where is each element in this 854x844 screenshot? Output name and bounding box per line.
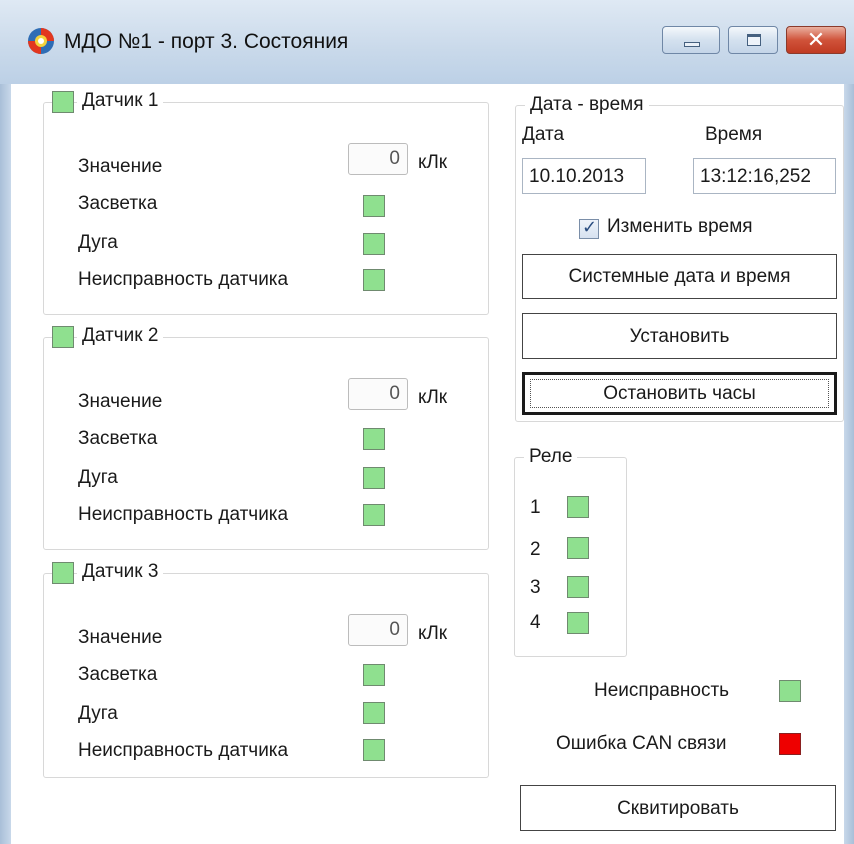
can-error-indicator — [779, 733, 801, 755]
window-title: МДО №1 - порт 3. Состояния — [64, 30, 349, 53]
sensor-2-illumination-indicator — [363, 428, 385, 450]
relay-3-label: 3 — [530, 577, 541, 598]
sensor-3-unit: кЛк — [418, 623, 448, 644]
close-icon: ✕ — [806, 27, 826, 52]
change-time-label[interactable]: Изменить время — [607, 216, 753, 238]
sensor-2-status-indicator — [52, 326, 74, 348]
relay-1-label: 1 — [530, 497, 541, 518]
sensor-3-value-label: Значение — [78, 627, 163, 648]
sensor-1-arc-indicator — [363, 233, 385, 255]
sensor-3-arc-label: Дуга — [78, 703, 118, 724]
maximize-button[interactable] — [728, 26, 778, 54]
title-bar[interactable]: МДО №1 - порт 3. Состояния ✕ — [0, 0, 854, 85]
sensor-3-status-indicator — [52, 562, 74, 584]
relay-4-label: 4 — [530, 612, 541, 633]
sensor-2-value-field: 0 — [348, 378, 408, 410]
sensor-1-illumination-label: Засветка — [78, 193, 158, 214]
sensor-1-status-indicator — [52, 91, 74, 113]
sensor-2-value-label: Значение — [78, 391, 163, 412]
sensor-1-value-field: 0 — [348, 143, 408, 175]
sensor-2-legend: Датчик 2 — [77, 325, 164, 347]
sensor-3-arc-indicator — [363, 702, 385, 724]
sensor-3-fault-label: Неисправность датчика — [78, 740, 289, 761]
sensor-3-illumination-indicator — [363, 664, 385, 686]
stop-clock-button-label: Остановить часы — [603, 383, 756, 404]
sensor-2-unit: кЛк — [418, 387, 448, 408]
window-frame-right — [844, 84, 854, 844]
date-input[interactable]: 10.10.2013 — [522, 158, 646, 194]
sensor-2-arc-label: Дуга — [78, 467, 118, 488]
relay-2-indicator — [567, 537, 589, 559]
sensor-2-fault-label: Неисправность датчика — [78, 504, 289, 525]
datetime-legend: Дата - время — [525, 94, 649, 116]
minimize-button[interactable] — [662, 26, 720, 54]
relay-4-indicator — [567, 612, 589, 634]
time-label: Время — [705, 124, 763, 145]
maximize-icon — [747, 34, 761, 46]
time-input[interactable]: 13:12:16,252 — [693, 158, 836, 194]
system-datetime-button-label: Системные дата и время — [568, 266, 791, 287]
can-error-label: Ошибка CAN связи — [556, 733, 727, 754]
sensor-3-value-field: 0 — [348, 614, 408, 646]
stop-clock-button[interactable]: Остановить часы — [522, 372, 837, 415]
date-label: Дата — [522, 124, 565, 145]
sensor-3-fault-indicator — [363, 739, 385, 761]
sensor-2-illumination-label: Засветка — [78, 428, 158, 449]
sensor-1-fault-indicator — [363, 269, 385, 291]
sensor-1-fault-label: Неисправность датчика — [78, 269, 289, 290]
minimize-icon — [684, 42, 700, 47]
relay-3-indicator — [567, 576, 589, 598]
acknowledge-button[interactable]: Сквитировать — [520, 785, 836, 831]
app-gear-icon — [28, 28, 54, 54]
system-datetime-button[interactable]: Системные дата и время — [522, 254, 837, 299]
set-button[interactable]: Установить — [522, 313, 837, 359]
sensor-1-arc-label: Дуга — [78, 232, 118, 253]
relay-2-label: 2 — [530, 539, 541, 560]
relay-legend: Реле — [524, 446, 578, 468]
sensor-2-arc-indicator — [363, 467, 385, 489]
sensor-2-fault-indicator — [363, 504, 385, 526]
sensor-1-value-label: Значение — [78, 156, 163, 177]
acknowledge-button-label: Сквитировать — [617, 798, 739, 819]
fault-indicator — [779, 680, 801, 702]
relay-1-indicator — [567, 496, 589, 518]
sensor-3-legend: Датчик 3 — [77, 561, 164, 583]
set-button-label: Установить — [629, 326, 730, 347]
sensor-1-illumination-indicator — [363, 195, 385, 217]
sensor-1-unit: кЛк — [418, 152, 448, 173]
window-frame-left — [0, 84, 11, 844]
checkmark-icon: ✓ — [582, 217, 598, 237]
sensor-3-illumination-label: Засветка — [78, 664, 158, 685]
change-time-checkbox[interactable]: ✓ — [579, 217, 599, 239]
sensor-1-legend: Датчик 1 — [77, 90, 164, 112]
close-button[interactable]: ✕ — [786, 26, 846, 54]
fault-label: Неисправность — [594, 680, 730, 701]
